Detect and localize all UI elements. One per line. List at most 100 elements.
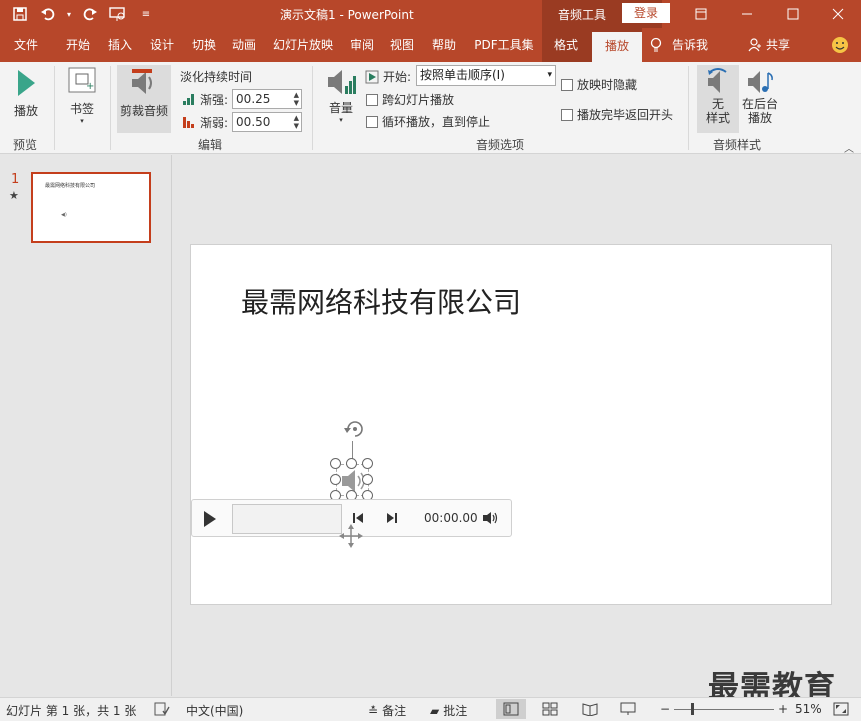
spinner-arrows-icon[interactable]: ▲ ▼ <box>294 114 299 130</box>
group-label-edit: 编辑 <box>197 138 222 152</box>
loop-row[interactable]: 循环播放，直到停止 <box>366 113 490 130</box>
bookmark-button[interactable]: + 书签 ▾ <box>64 66 100 125</box>
fade-out-spinner[interactable]: 00.50 ▲ ▼ <box>232 112 303 132</box>
tab-insert[interactable]: 插入 <box>98 28 142 62</box>
play-in-background-button[interactable]: 在后台 播放 <box>740 67 780 125</box>
play-in-background-line1: 在后台 <box>741 97 778 111</box>
step-back-icon[interactable] <box>352 512 364 524</box>
minimize-icon[interactable] <box>724 0 770 28</box>
tab-design[interactable]: 设计 <box>140 28 184 62</box>
zoom-in-icon[interactable]: + <box>778 702 788 716</box>
share-button[interactable]: 共享 <box>748 28 800 62</box>
trim-audio-button[interactable]: 剪裁音频 <box>117 65 171 133</box>
title-bar: ▾ ≡ 演示文稿1 - PowerPoint 音频工具 登录 <box>0 0 861 28</box>
play-across-slides-checkbox[interactable] <box>366 93 378 106</box>
tab-animations[interactable]: 动画 <box>222 28 266 62</box>
zoom-out-icon[interactable]: − <box>660 702 670 716</box>
tab-help[interactable]: 帮助 <box>422 28 466 62</box>
chevron-down-icon: ▾ <box>80 117 84 125</box>
add-bookmark-icon: + <box>68 67 96 93</box>
reading-view-icon[interactable] <box>582 702 598 716</box>
collapse-ribbon-icon[interactable]: ︿ <box>844 140 854 155</box>
redo-icon[interactable] <box>78 2 102 26</box>
language-indicator[interactable]: 中文(中国) <box>186 702 243 719</box>
group-separator <box>110 66 111 150</box>
resize-handle[interactable] <box>330 474 341 485</box>
slide-thumbnail[interactable]: 最需网络科技有限公司 ◀) <box>31 172 151 243</box>
rewind-after-play-label: 播放完毕返回开头 <box>577 108 674 122</box>
fade-in-value: 00.25 <box>236 92 271 106</box>
loop-label: 循环播放，直到停止 <box>382 115 491 129</box>
slide-title[interactable]: 最需网络科技有限公司 <box>241 281 521 321</box>
zoom-slider-thumb[interactable] <box>691 703 694 715</box>
slide-sorter-icon[interactable] <box>542 702 558 716</box>
play-in-background-line2: 播放 <box>747 111 772 125</box>
rotate-handle-icon[interactable] <box>342 417 368 441</box>
slide-thumbnail-pane: 1 ★ 最需网络科技有限公司 ◀) <box>0 155 172 696</box>
tab-format[interactable]: 格式 <box>546 28 586 62</box>
hide-during-show-label: 放映时隐藏 <box>577 78 638 92</box>
maximize-icon[interactable] <box>770 0 816 28</box>
fade-in-spinner[interactable]: 00.25 ▲ ▼ <box>232 89 303 109</box>
start-select[interactable]: 按照单击顺序(I) ▾ <box>416 65 556 86</box>
animation-star-icon: ★ <box>9 189 19 202</box>
rewind-after-play-checkbox[interactable] <box>561 108 573 121</box>
resize-handle[interactable] <box>346 458 357 469</box>
hide-during-show-row[interactable]: 放映时隐藏 <box>561 76 637 93</box>
undo-icon[interactable] <box>36 2 60 26</box>
no-style-button[interactable]: 无 样式 <box>697 65 739 133</box>
close-icon[interactable] <box>815 0 861 28</box>
spinner-arrows-icon[interactable]: ▲ ▼ <box>294 91 299 107</box>
smiley-feedback-icon[interactable] <box>828 28 852 62</box>
comments-button[interactable]: ▰ 批注 <box>430 702 467 719</box>
group-separator <box>688 66 689 150</box>
play-preview-label: 播放 <box>13 104 38 118</box>
hide-during-show-checkbox[interactable] <box>561 78 573 91</box>
audio-progress-track[interactable] <box>232 504 342 534</box>
slideshow-view-icon[interactable] <box>620 702 636 716</box>
customize-qat-icon[interactable]: ≡ <box>134 2 158 26</box>
thumbnail-speaker-icon: ◀) <box>61 212 67 218</box>
slide-canvas[interactable]: 最需网络科技有限公司 <box>190 244 832 605</box>
notes-button[interactable]: ≛ 备注 <box>368 702 406 719</box>
loop-checkbox[interactable] <box>366 115 378 128</box>
thumbnail-title: 最需网络科技有限公司 <box>45 183 96 189</box>
fit-to-window-icon[interactable] <box>833 702 849 716</box>
zoom-level[interactable]: 51% <box>795 702 822 716</box>
tab-review[interactable]: 审阅 <box>342 28 382 62</box>
save-icon[interactable] <box>8 2 32 26</box>
play-preview-button[interactable]: 播放 <box>10 68 42 119</box>
slideshow-from-start-icon[interactable] <box>106 2 130 26</box>
volume-button[interactable]: 音量 ▾ <box>322 66 360 124</box>
step-forward-icon[interactable] <box>386 512 398 524</box>
fade-in-label: 渐强: <box>200 92 229 107</box>
tab-playback[interactable]: 播放 <box>592 32 642 62</box>
player-volume-icon[interactable] <box>482 511 498 525</box>
play-icon[interactable] <box>202 510 218 528</box>
resize-handle[interactable] <box>362 474 373 485</box>
tell-me-box[interactable]: 告诉我 <box>650 28 730 62</box>
quick-access-toolbar: ▾ ≡ <box>8 0 158 28</box>
tab-file[interactable]: 文件 <box>4 28 48 62</box>
group-label-audio-options: 音频选项 <box>475 138 524 152</box>
tab-slideshow[interactable]: 幻灯片放映 <box>268 28 338 62</box>
zoom-slider[interactable] <box>674 709 774 710</box>
undo-dropdown-icon[interactable]: ▾ <box>64 2 74 26</box>
group-label-preview: 预览 <box>12 138 37 152</box>
login-button[interactable]: 登录 <box>622 3 670 23</box>
spelling-check-icon[interactable] <box>154 702 170 716</box>
normal-view-icon <box>503 702 519 716</box>
resize-handle[interactable] <box>362 458 373 469</box>
tab-view[interactable]: 视图 <box>382 28 422 62</box>
volume-icon <box>328 70 356 94</box>
tab-transitions[interactable]: 切换 <box>182 28 226 62</box>
play-icon <box>18 70 35 96</box>
play-across-slides-row[interactable]: 跨幻灯片播放 <box>366 91 454 108</box>
ribbon-display-options-icon[interactable] <box>678 0 724 28</box>
tab-home[interactable]: 开始 <box>56 28 100 62</box>
normal-view-button[interactable] <box>496 699 526 719</box>
rewind-after-play-row[interactable]: 播放完毕返回开头 <box>561 106 673 123</box>
tab-pdf-tools[interactable]: PDF工具集 <box>468 28 540 62</box>
start-row: 开始: <box>365 68 411 85</box>
resize-handle[interactable] <box>330 458 341 469</box>
